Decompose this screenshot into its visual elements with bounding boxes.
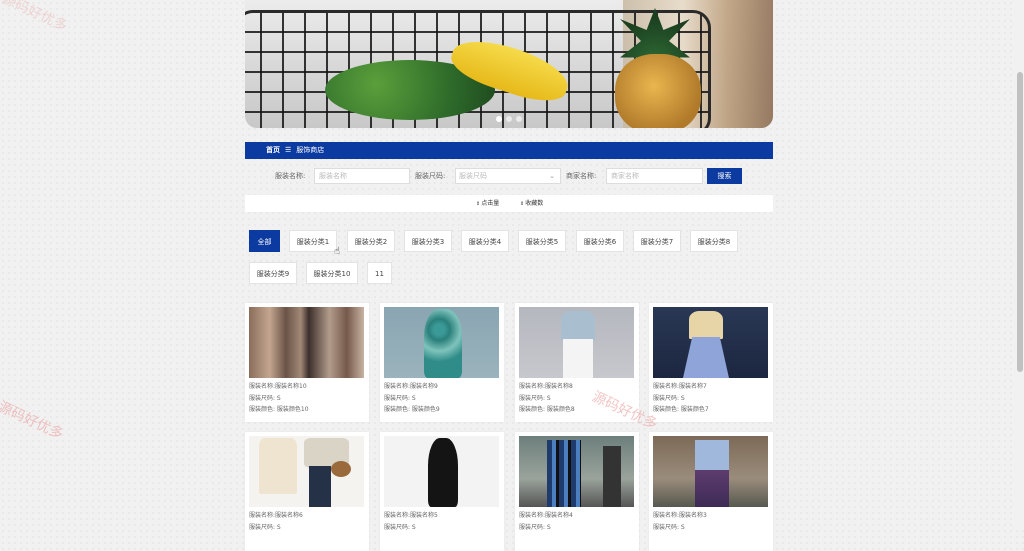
merchant-name-input[interactable] bbox=[606, 168, 703, 184]
product-size: 服装尺码: S bbox=[249, 523, 281, 531]
product-info: 服装名称:服装名称10 服装尺码: S 服装颜色: 服装颜色10 bbox=[249, 381, 309, 416]
product-info: 服装名称:服装名称3 服装尺码: S bbox=[653, 510, 707, 533]
category-item[interactable]: 服装分类5 bbox=[518, 230, 566, 252]
page-scrollbar[interactable] bbox=[1016, 0, 1024, 526]
size-label: 服装尺码: bbox=[415, 172, 446, 180]
product-name: 服装名称:服装名称8 bbox=[519, 383, 573, 390]
product-card[interactable]: 服装名称:服装名称9 服装尺码: S 服装颜色: 服装颜色9 bbox=[380, 303, 504, 422]
product-color: 服装颜色: 服装颜色8 bbox=[519, 406, 575, 413]
product-card[interactable]: 服装名称:服装名称4 服装尺码: S bbox=[515, 432, 639, 551]
product-size: 服装尺码: S bbox=[653, 394, 685, 402]
product-image[interactable] bbox=[249, 307, 364, 378]
person-figure bbox=[603, 446, 621, 507]
clothing-name-input[interactable] bbox=[314, 168, 410, 184]
product-size: 服装尺码: S bbox=[384, 523, 416, 531]
top-figure bbox=[561, 311, 595, 341]
scrollbar-thumb[interactable] bbox=[1017, 72, 1023, 372]
carousel-dot[interactable] bbox=[496, 116, 502, 122]
category-item[interactable]: 服装分类8 bbox=[690, 230, 738, 252]
skirt-figure bbox=[683, 337, 729, 378]
name-label: 服装名称: bbox=[275, 172, 306, 180]
merchant-label: 商家名称: bbox=[566, 172, 597, 180]
category-item[interactable]: 服装分类2 bbox=[347, 230, 395, 252]
sort-by-clicks[interactable]: ⇕点击量 bbox=[476, 195, 499, 213]
product-image[interactable] bbox=[384, 307, 499, 378]
product-color: 服装颜色: 服装颜色10 bbox=[249, 406, 309, 413]
product-info: 服装名称:服装名称9 服装尺码: S 服装颜色: 服装颜色9 bbox=[384, 381, 440, 416]
breadcrumb-separator-icon: ☰ bbox=[285, 146, 292, 154]
mouse-pointer-icon: ☝ bbox=[334, 246, 341, 257]
product-size: 服装尺码: S bbox=[519, 394, 551, 402]
search-form: 服装名称: 服装尺码: 服装尺码 ⌄ 商家名称: 搜索 bbox=[275, 167, 745, 185]
product-color: 服装颜色: 服装颜色7 bbox=[653, 406, 709, 413]
category-item[interactable]: 服装分类3 bbox=[404, 230, 452, 252]
pants-figure bbox=[563, 339, 593, 378]
cardigan-figure bbox=[259, 438, 297, 494]
carousel-dot[interactable] bbox=[506, 116, 512, 122]
category-item[interactable]: 服装分类6 bbox=[576, 230, 624, 252]
product-info: 服装名称:服装名称5 服装尺码: S bbox=[384, 510, 438, 533]
category-item[interactable]: 服装分类9 bbox=[249, 262, 297, 284]
category-item[interactable]: 服装分类1 bbox=[289, 230, 337, 252]
sort-by-favorites[interactable]: ⇕收藏数 bbox=[520, 195, 543, 213]
product-size: 服装尺码: S bbox=[384, 394, 416, 402]
chevron-down-icon: ⌄ bbox=[549, 172, 555, 180]
category-all[interactable]: 全部 bbox=[249, 230, 280, 252]
sort-arrows-icon: ⇕ bbox=[520, 201, 525, 207]
product-image[interactable] bbox=[653, 307, 768, 378]
product-card[interactable]: 服装名称:服装名称5 服装尺码: S bbox=[380, 432, 504, 551]
category-item[interactable]: 服装分类7 bbox=[633, 230, 681, 252]
product-info: 服装名称:服装名称4 服装尺码: S bbox=[519, 510, 573, 533]
search-button[interactable]: 搜索 bbox=[707, 168, 742, 184]
product-size: 服装尺码: S bbox=[249, 394, 281, 402]
product-info: 服装名称:服装名称7 服装尺码: S 服装颜色: 服装颜色7 bbox=[653, 381, 709, 416]
dress-figure bbox=[424, 309, 462, 378]
product-image[interactable] bbox=[519, 307, 634, 378]
carousel-dot[interactable] bbox=[516, 116, 522, 122]
product-name: 服装名称:服装名称7 bbox=[653, 383, 707, 390]
product-name: 服装名称:服装名称9 bbox=[384, 383, 438, 390]
bag-figure bbox=[331, 461, 351, 477]
breadcrumb-home-link[interactable]: 首页 bbox=[266, 146, 280, 154]
banner-pineapple-image bbox=[615, 54, 701, 128]
product-name: 服装名称:服装名称4 bbox=[519, 512, 573, 519]
ethnic-outfit-figure bbox=[695, 440, 729, 507]
breadcrumb: 首页 ☰ 服饰商店 bbox=[245, 142, 773, 159]
product-name: 服装名称:服装名称10 bbox=[249, 383, 307, 390]
product-card[interactable]: 服装名称:服装名称3 服装尺码: S bbox=[649, 432, 773, 551]
product-name: 服装名称:服装名称6 bbox=[249, 512, 303, 519]
hero-banner bbox=[245, 0, 773, 128]
breadcrumb-current: 服饰商店 bbox=[296, 146, 325, 154]
striped-outfit-figure bbox=[547, 440, 581, 507]
product-card[interactable]: 服装名称:服装名称6 服装尺码: S bbox=[245, 432, 369, 551]
product-size: 服装尺码: S bbox=[653, 523, 685, 531]
sort-clicks-label: 点击量 bbox=[481, 200, 500, 207]
product-image[interactable] bbox=[384, 436, 499, 507]
banner-carousel-dots[interactable] bbox=[496, 116, 522, 122]
product-name: 服装名称:服装名称5 bbox=[384, 512, 438, 519]
black-dress-figure bbox=[428, 438, 458, 507]
watermark: 源码好优多 bbox=[0, 0, 70, 35]
product-card[interactable]: 服装名称:服装名称7 服装尺码: S 服装颜色: 服装颜色7 bbox=[649, 303, 773, 422]
product-size: 服装尺码: S bbox=[519, 523, 551, 531]
sort-bar: ⇕点击量 ⇕收藏数 bbox=[245, 195, 773, 212]
top-figure bbox=[689, 311, 723, 339]
jeans-figure bbox=[309, 466, 331, 507]
category-item[interactable]: 服装分类10 bbox=[306, 262, 358, 284]
size-select-placeholder: 服装尺码 bbox=[459, 172, 487, 180]
product-color: 服装颜色: 服装颜色9 bbox=[384, 406, 440, 413]
product-image[interactable] bbox=[249, 436, 364, 507]
sort-favorites-label: 收藏数 bbox=[525, 200, 544, 207]
product-image[interactable] bbox=[653, 436, 768, 507]
product-card[interactable]: 服装名称:服装名称10 服装尺码: S 服装颜色: 服装颜色10 bbox=[245, 303, 369, 422]
sort-arrows-icon: ⇕ bbox=[476, 201, 481, 207]
product-name: 服装名称:服装名称3 bbox=[653, 512, 707, 519]
category-item[interactable]: 服装分类4 bbox=[461, 230, 509, 252]
watermark: 源码好优多 bbox=[0, 398, 66, 443]
category-item[interactable]: 11 bbox=[367, 262, 392, 284]
product-image[interactable] bbox=[519, 436, 634, 507]
product-info: 服装名称:服装名称8 服装尺码: S 服装颜色: 服装颜色8 bbox=[519, 381, 575, 416]
product-info: 服装名称:服装名称6 服装尺码: S bbox=[249, 510, 303, 533]
clothing-size-select[interactable]: 服装尺码 ⌄ bbox=[455, 168, 561, 184]
